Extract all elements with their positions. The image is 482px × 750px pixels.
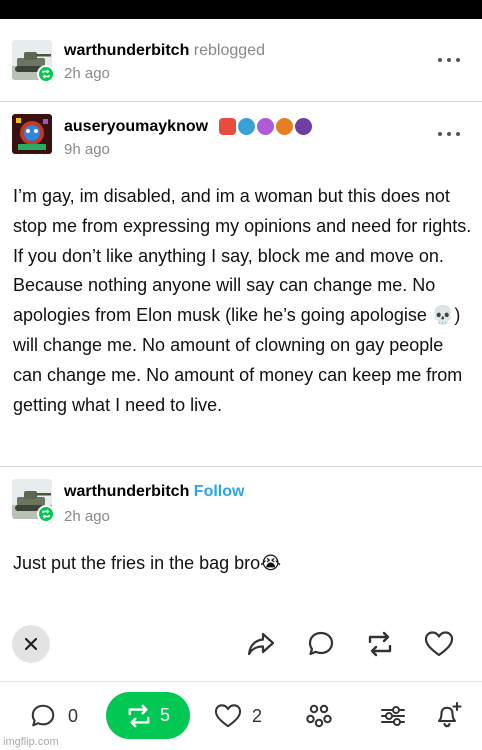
skull-emoji: 💀 [431, 305, 455, 326]
original-poster-avatar[interactable] [12, 114, 52, 154]
original-post-text: I’m gay, im disabled, and im a woman but… [13, 182, 475, 420]
heart-icon [214, 704, 242, 728]
profile-badges [219, 118, 312, 135]
like-button[interactable] [422, 627, 456, 661]
reblogger-username[interactable]: warthunderbitch [64, 42, 189, 59]
reblogged-label: reblogged [193, 42, 265, 59]
purple-monster-badge-icon [257, 118, 274, 135]
follow-button[interactable]: Follow [194, 483, 245, 500]
reply-timestamp: 2h ago [64, 508, 110, 525]
reblogs-button[interactable]: 5 [106, 692, 190, 739]
share-icon [247, 632, 275, 656]
more-options-icon[interactable] [438, 131, 460, 137]
comment-icon [31, 704, 55, 727]
reply-post-text: Just put the fries in the bag bro😭 [13, 549, 475, 579]
post-settings-button[interactable] [378, 702, 408, 730]
add-notification-button[interactable] [432, 700, 464, 730]
reply-text: Just put the fries in the bag bro [13, 553, 261, 573]
imgflip-watermark: imgflip.com [3, 736, 59, 748]
orange-creature-badge-icon [276, 118, 293, 135]
replies-count: 0 [68, 705, 79, 726]
reblog-badge-icon [37, 505, 55, 523]
colorful-avatar-image [12, 114, 52, 154]
reply-username[interactable]: warthunderbitch [64, 483, 189, 500]
likes-button[interactable]: 2 [214, 702, 262, 730]
reblog-button[interactable] [363, 627, 397, 661]
reply-button[interactable] [304, 627, 338, 661]
likes-count: 2 [252, 705, 263, 726]
reblog-icon [128, 704, 150, 727]
comment-icon [308, 631, 334, 656]
communities-icon [306, 704, 332, 728]
close-icon [24, 637, 38, 651]
reblog-icon [368, 631, 392, 657]
reply-username-line: warthunderbitch Follow [64, 483, 244, 501]
close-button[interactable] [12, 625, 50, 663]
bell-plus-icon [437, 701, 462, 728]
divider [0, 466, 482, 467]
share-button[interactable] [244, 627, 278, 661]
blue-dragon-badge-icon [238, 118, 255, 135]
crying-emoji: 😭 [260, 553, 282, 573]
dark-creature-badge-icon [295, 118, 312, 135]
divider [0, 101, 482, 102]
replies-button[interactable]: 0 [30, 702, 78, 730]
reblog-timestamp: 2h ago [64, 65, 110, 82]
original-timestamp: 9h ago [64, 141, 110, 158]
communities-button[interactable] [304, 702, 334, 730]
heart-icon [424, 631, 454, 657]
reblogs-count: 5 [159, 705, 170, 725]
status-bar [0, 0, 482, 19]
reblogger-username-line: warthunderbitch reblogged [64, 42, 265, 60]
reblog-badge-icon [37, 65, 55, 83]
more-options-icon[interactable] [438, 57, 460, 63]
post-text-part1: I’m gay, im disabled, and im a woman but… [13, 186, 472, 326]
red-shield-badge-icon [219, 118, 236, 135]
sliders-icon [381, 706, 405, 726]
original-username[interactable]: auseryoumayknow [64, 118, 208, 136]
